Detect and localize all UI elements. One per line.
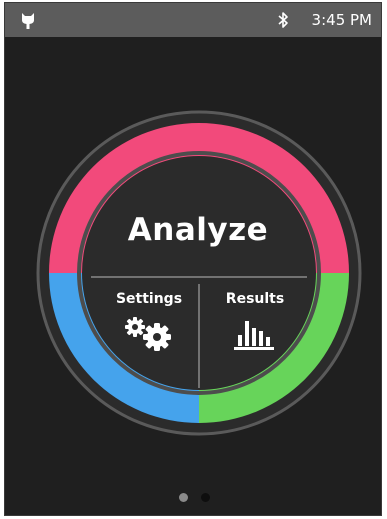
bar-chart-icon	[234, 321, 274, 350]
gears-icon	[125, 317, 171, 351]
settings-button[interactable]: Settings	[91, 281, 199, 391]
page-dot[interactable]	[201, 493, 210, 502]
page-indicator	[173, 493, 217, 505]
results-label: Results	[225, 291, 285, 307]
device-screen: 3:45 PM Analyze Settings Results	[4, 2, 382, 516]
analyze-title: Analyze	[127, 212, 269, 248]
settings-label: Settings	[115, 291, 183, 307]
page-dot-active[interactable]	[179, 493, 188, 502]
results-button[interactable]: Results	[201, 281, 309, 391]
